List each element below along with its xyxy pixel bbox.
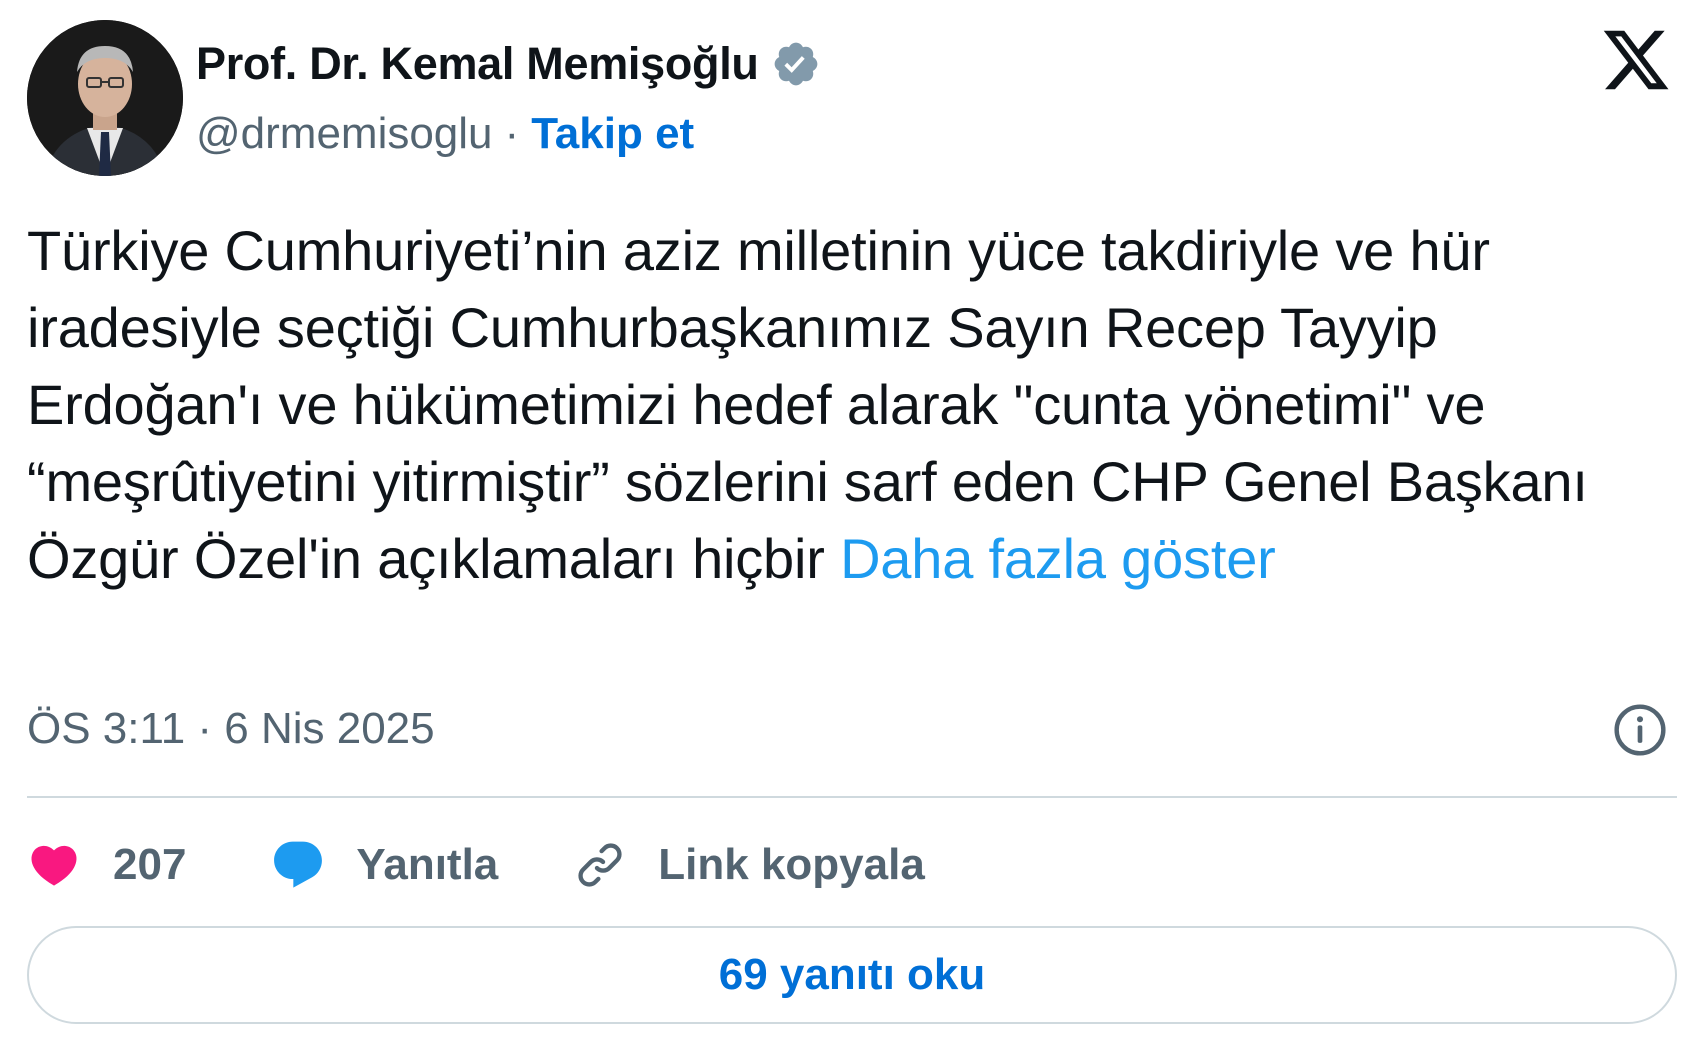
verified-badge-icon [774, 42, 817, 86]
info-icon[interactable] [1612, 702, 1668, 758]
link-icon [578, 843, 622, 887]
read-replies-button[interactable]: 69 yanıtı oku [27, 926, 1677, 1024]
tweet-timestamp[interactable]: ÖS 3:11 · 6 Nis 2025 [27, 704, 435, 754]
like-count: 207 [113, 840, 187, 889]
tweet-embed: Prof. Dr. Kemal Memişoğlu @drmemisoglu ·… [0, 0, 1700, 1049]
separator-dot: · [504, 109, 520, 158]
divider [27, 796, 1677, 798]
author-handle-row: @drmemisoglu · Takip et [196, 106, 694, 162]
copy-link-button[interactable]: Link kopyala [574, 839, 925, 891]
heart-icon [31, 845, 77, 886]
avatar-portrait-icon [27, 20, 183, 176]
tweet-text: Türkiye Cumhuriyeti’nin aziz milletinin … [27, 212, 1677, 597]
speech-bubble-icon [274, 841, 323, 888]
tweet-actions: 207 Yanıtla Link kopyala [27, 830, 925, 900]
reply-label: Yanıtla [356, 840, 499, 889]
author-name-row: Prof. Dr. Kemal Memişoğlu [196, 36, 821, 92]
follow-button[interactable]: Takip et [531, 109, 694, 159]
author-handle[interactable]: @drmemisoglu [196, 109, 493, 159]
copy-link-label: Link kopyala [658, 840, 925, 889]
x-logo-icon[interactable] [1600, 24, 1672, 96]
author-display-name[interactable]: Prof. Dr. Kemal Memişoğlu [196, 38, 759, 90]
like-button[interactable]: 207 [27, 838, 186, 892]
reply-button[interactable]: Yanıtla [270, 837, 498, 893]
avatar[interactable] [27, 20, 183, 176]
show-more-link[interactable]: Daha fazla göster [840, 527, 1276, 590]
tweet-body: Türkiye Cumhuriyeti’nin aziz milletinin … [27, 219, 1588, 590]
